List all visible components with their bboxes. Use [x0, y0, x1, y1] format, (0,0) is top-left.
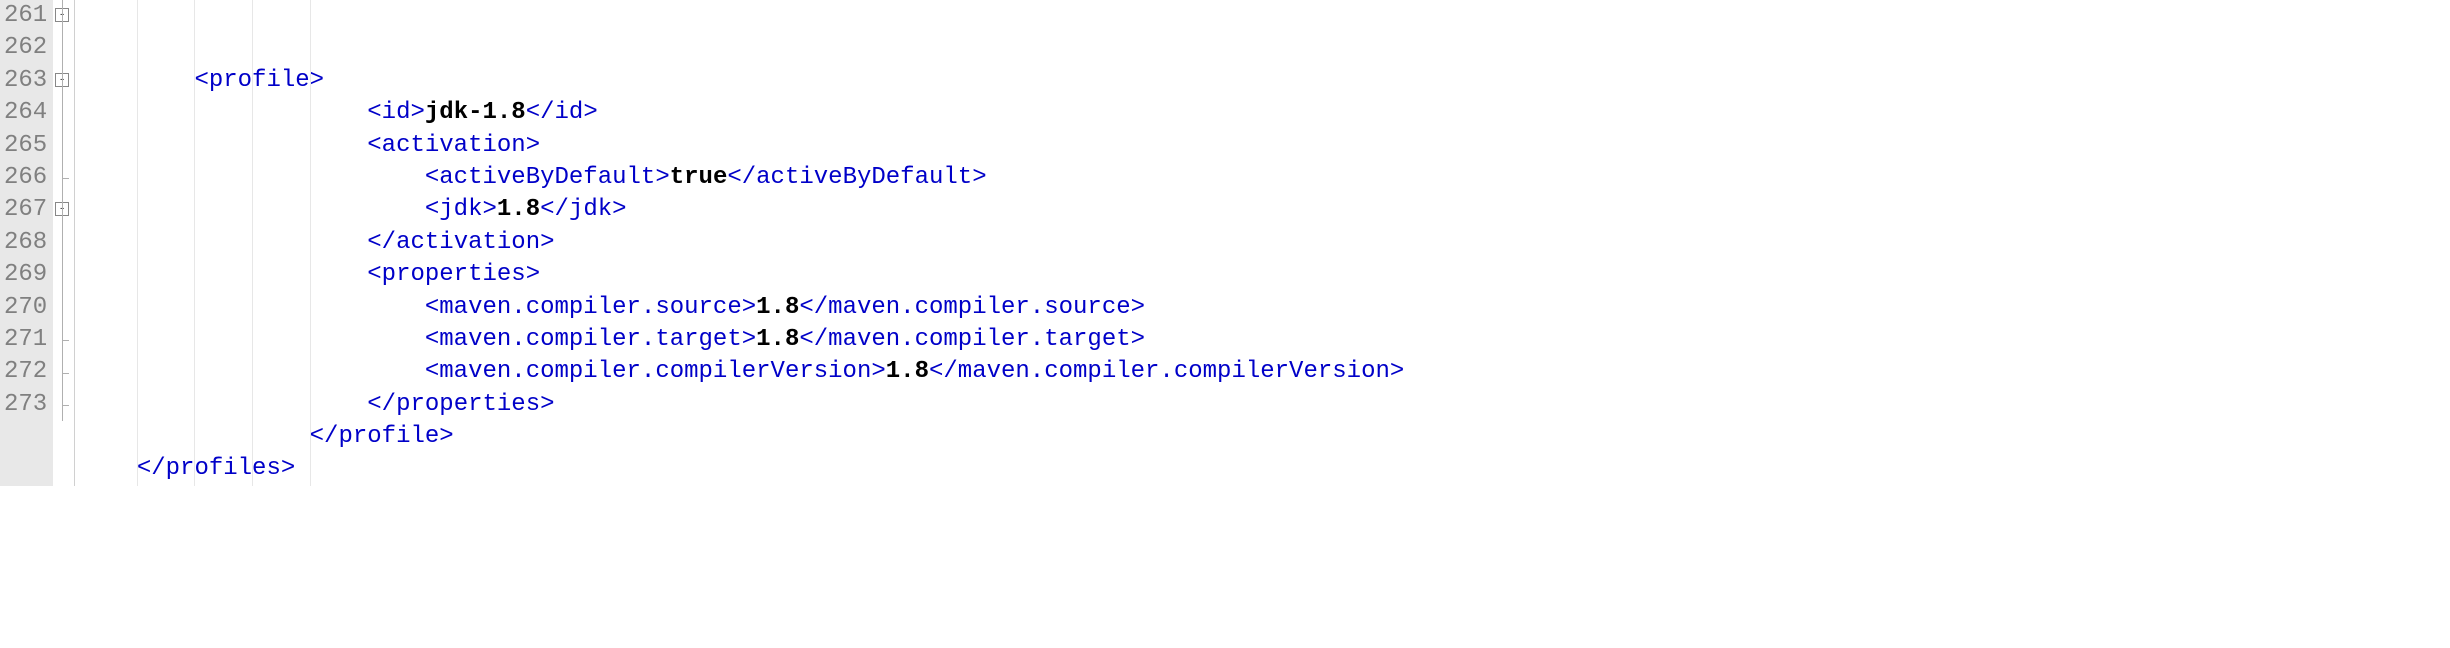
xml-tag-name: activation	[382, 132, 526, 159]
xml-bracket: >	[1131, 326, 1145, 353]
code-line[interactable]: </activation>	[79, 227, 2450, 259]
xml-text: jdk-1.8	[425, 99, 526, 126]
xml-tag-name: id	[382, 99, 411, 126]
xml-bracket: >	[972, 164, 986, 191]
xml-bracket: <	[425, 196, 439, 223]
xml-bracket: </	[310, 423, 339, 450]
xml-tag-name: maven.compiler.source	[828, 294, 1130, 321]
xml-bracket: <	[367, 99, 381, 126]
xml-bracket: <	[367, 132, 381, 159]
code-line[interactable]: <activeByDefault>true</activeByDefault>	[79, 162, 2450, 194]
line-number: 262	[4, 32, 47, 64]
xml-bracket: >	[439, 423, 453, 450]
xml-bracket: >	[526, 261, 540, 288]
xml-tag-name: activeByDefault	[756, 164, 972, 191]
xml-tag-name: maven.compiler.compilerVersion	[958, 358, 1390, 385]
code-line[interactable]: </profile>	[79, 421, 2450, 453]
line-number: 269	[4, 259, 47, 291]
code-line[interactable]: <activation>	[79, 130, 2450, 162]
line-number: 265	[4, 130, 47, 162]
xml-bracket: >	[742, 294, 756, 321]
line-number: 270	[4, 292, 47, 324]
xml-text: 1.8	[756, 326, 799, 353]
xml-tag-name: maven.compiler.source	[439, 294, 741, 321]
xml-bracket: >	[310, 67, 324, 94]
xml-tag-name: properties	[382, 261, 526, 288]
xml-tag-name: profile	[209, 67, 310, 94]
xml-bracket: </	[799, 326, 828, 353]
code-line[interactable]: <maven.compiler.source>1.8</maven.compil…	[79, 292, 2450, 324]
xml-bracket: </	[367, 229, 396, 256]
xml-tag-name: maven.compiler.compilerVersion	[439, 358, 871, 385]
xml-bracket: >	[1131, 294, 1145, 321]
xml-bracket: <	[367, 261, 381, 288]
line-number-gutter: 261262263264265266267268269270271272273	[0, 0, 53, 486]
code-line[interactable]: </profiles>	[79, 453, 2450, 485]
xml-bracket: </	[526, 99, 555, 126]
xml-bracket: <	[425, 358, 439, 385]
line-number: 266	[4, 162, 47, 194]
xml-tag-name: maven.compiler.target	[828, 326, 1130, 353]
xml-tag-name: maven.compiler.target	[439, 326, 741, 353]
xml-bracket: >	[281, 455, 295, 482]
xml-bracket: >	[655, 164, 669, 191]
line-number: 261	[4, 0, 47, 32]
code-line[interactable]: </properties>	[79, 389, 2450, 421]
xml-bracket: </	[727, 164, 756, 191]
xml-bracket: </	[929, 358, 958, 385]
xml-text: true	[670, 164, 728, 191]
xml-tag-name: activation	[396, 229, 540, 256]
xml-bracket: <	[425, 326, 439, 353]
xml-bracket: >	[612, 196, 626, 223]
xml-tag-name: jdk	[439, 196, 482, 223]
xml-tag-name: id	[555, 99, 584, 126]
xml-bracket: >	[483, 196, 497, 223]
line-number: 267	[4, 194, 47, 226]
xml-bracket: </	[799, 294, 828, 321]
line-number: 268	[4, 227, 47, 259]
xml-bracket: >	[540, 391, 554, 418]
code-line[interactable]: <profile>	[79, 65, 2450, 97]
xml-tag-name: profile	[338, 423, 439, 450]
line-number: 264	[4, 97, 47, 129]
xml-bracket: <	[425, 164, 439, 191]
xml-text: 1.8	[756, 294, 799, 321]
code-area[interactable]: <profile> <id>jdk-1.8</id> <activation> …	[75, 0, 2450, 486]
line-number: 271	[4, 324, 47, 356]
xml-bracket: >	[742, 326, 756, 353]
line-number: 273	[4, 389, 47, 421]
code-line[interactable]: <id>jdk-1.8</id>	[79, 97, 2450, 129]
xml-text: 1.8	[886, 358, 929, 385]
line-number: 263	[4, 65, 47, 97]
code-line[interactable]: <maven.compiler.target>1.8</maven.compil…	[79, 324, 2450, 356]
xml-bracket: >	[526, 132, 540, 159]
xml-tag-name: activeByDefault	[439, 164, 655, 191]
xml-bracket: >	[410, 99, 424, 126]
code-line[interactable]: <properties>	[79, 259, 2450, 291]
code-line[interactable]: <jdk>1.8</jdk>	[79, 194, 2450, 226]
xml-bracket: >	[583, 99, 597, 126]
xml-bracket: </	[367, 391, 396, 418]
line-number: 272	[4, 356, 47, 388]
xml-tag-name: profiles	[166, 455, 281, 482]
xml-text: 1.8	[497, 196, 540, 223]
xml-bracket: <	[425, 294, 439, 321]
xml-bracket: >	[540, 229, 554, 256]
xml-bracket: <	[194, 67, 208, 94]
xml-tag-name: properties	[396, 391, 540, 418]
xml-bracket: >	[871, 358, 885, 385]
xml-bracket: </	[540, 196, 569, 223]
code-line[interactable]: <maven.compiler.compilerVersion>1.8</mav…	[79, 356, 2450, 388]
fold-column: ---	[53, 0, 75, 486]
xml-tag-name: jdk	[569, 196, 612, 223]
xml-bracket: >	[1390, 358, 1404, 385]
xml-bracket: </	[137, 455, 166, 482]
